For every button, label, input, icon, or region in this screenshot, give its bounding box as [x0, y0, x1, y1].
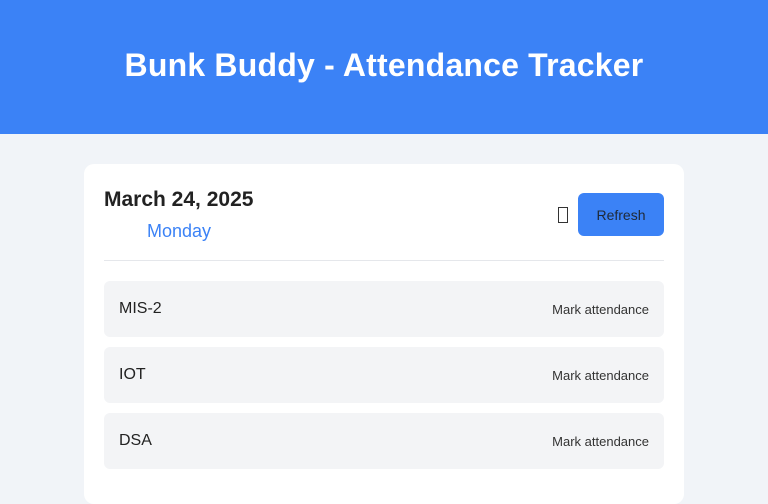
- attendance-card: March 24, 2025 Monday Refresh MIS-2 Mark…: [84, 164, 684, 504]
- date-controls: Refresh: [556, 193, 664, 236]
- subject-row: IOT Mark attendance: [104, 347, 664, 403]
- app-header: Bunk Buddy - Attendance Tracker: [0, 0, 768, 134]
- subject-row: DSA Mark attendance: [104, 413, 664, 469]
- current-day: Monday: [147, 221, 212, 241]
- mark-attendance-button[interactable]: Mark attendance: [552, 434, 649, 449]
- subject-row: MIS-2 Mark attendance: [104, 281, 664, 337]
- subject-name: IOT: [119, 366, 146, 383]
- page-title: Bunk Buddy - Attendance Tracker: [124, 46, 644, 83]
- subject-name: DSA: [119, 432, 152, 449]
- current-date: March 24, 2025: [104, 188, 254, 211]
- mark-attendance-button[interactable]: Mark attendance: [552, 302, 649, 317]
- mark-attendance-button[interactable]: Mark attendance: [552, 368, 649, 383]
- calendar-icon[interactable]: [556, 206, 570, 224]
- refresh-button[interactable]: Refresh: [578, 193, 664, 236]
- date-panel: March 24, 2025 Monday Refresh: [104, 164, 664, 261]
- subject-name: MIS-2: [119, 300, 162, 317]
- subject-list: MIS-2 Mark attendance IOT Mark attendanc…: [104, 281, 664, 469]
